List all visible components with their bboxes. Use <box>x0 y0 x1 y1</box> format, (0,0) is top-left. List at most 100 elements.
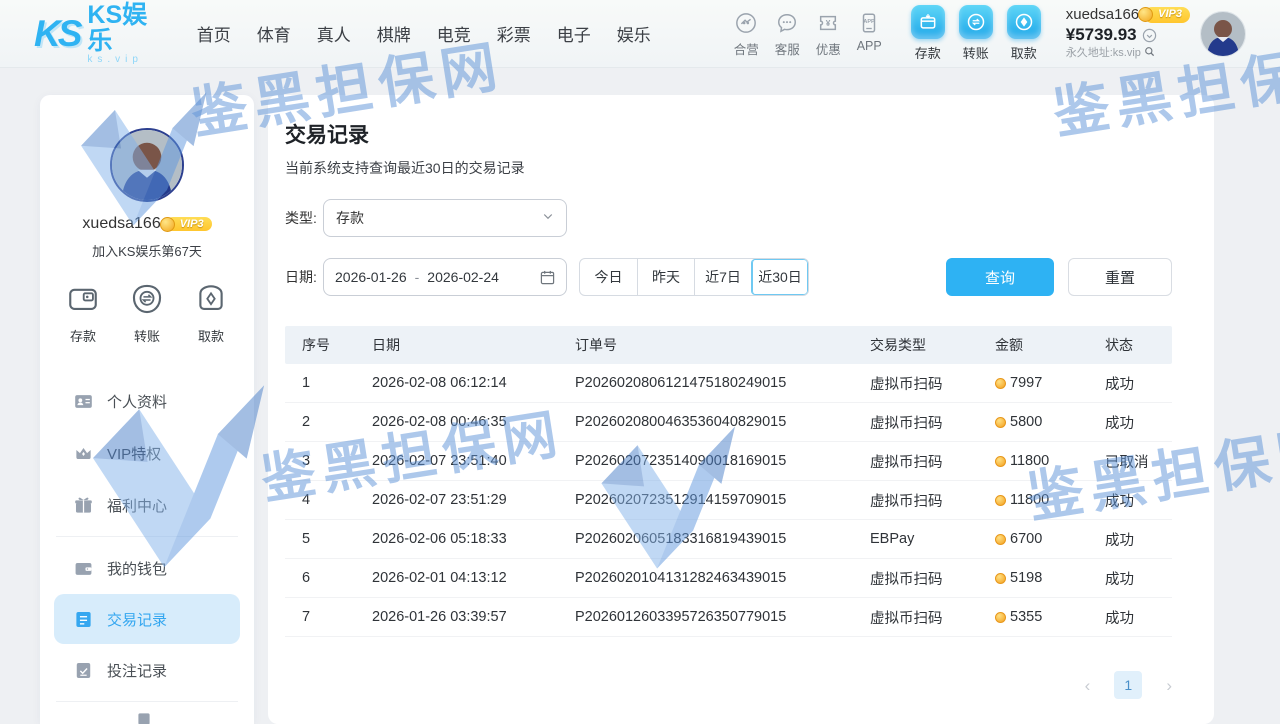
profile-icon <box>74 392 93 411</box>
sidebar-item-2[interactable]: 福利中心 <box>40 479 254 531</box>
sidebar-action-label: 取款 <box>194 326 228 345</box>
amount-value: 5800 <box>1010 414 1042 430</box>
cell-index: 1 <box>302 375 372 391</box>
quick-link-label: 合营 <box>726 39 767 58</box>
welfare-icon <box>74 496 93 515</box>
refresh-balance-icon[interactable] <box>1142 28 1157 43</box>
joined-days-text: 加入KS娱乐第67天 <box>40 241 254 260</box>
prev-page-icon[interactable]: ‹ <box>1085 677 1091 694</box>
amount-value: 6700 <box>1010 531 1042 547</box>
calendar-icon <box>540 270 555 285</box>
quick-link-partner[interactable]: 合营 <box>726 10 767 58</box>
main-nav: 首页体育真人棋牌电竞彩票电子娱乐 <box>184 21 664 46</box>
wallet-action-label: 转账 <box>952 43 1000 62</box>
table-row[interactable]: 62026-02-01 04:13:12P2026020104131282463… <box>285 559 1172 598</box>
brand-logo[interactable]: KS KS娱乐 ks.vip <box>34 2 158 66</box>
quick-link-app[interactable]: APPAPP <box>849 10 890 58</box>
sidebar-action-withdraw[interactable]: 取款 <box>194 282 228 345</box>
vip-coin-icon <box>160 217 175 232</box>
table-row[interactable]: 12026-02-08 06:12:14P2026020806121475180… <box>285 364 1172 403</box>
sidebar-divider <box>56 701 238 702</box>
page-title: 交易记录 <box>285 119 1172 149</box>
page-subtitle: 当前系统支持查询最近30日的交易记录 <box>285 158 1172 178</box>
date-filter-row: 日期: 2026-01-26 - 2026-02-24 今日昨天近7日近30日 … <box>285 258 1172 296</box>
range-button-1[interactable]: 昨天 <box>637 259 694 295</box>
pagination: ‹ 1 › <box>285 671 1172 699</box>
cell-amount: 5355 <box>995 609 1105 625</box>
sidebar-item-4[interactable]: 交易记录 <box>54 594 240 644</box>
sidebar-item-0[interactable]: 个人资料 <box>40 375 254 427</box>
date-range-picker[interactable]: 2026-01-26 - 2026-02-24 <box>323 258 567 296</box>
wallet-action-transfer[interactable]: 转账 <box>952 5 1000 62</box>
vip-crown-icon <box>74 444 93 463</box>
user-avatar[interactable] <box>1200 11 1246 57</box>
cell-index: 6 <box>302 570 372 586</box>
column-header: 订单号 <box>575 335 870 355</box>
coin-icon <box>995 495 1006 506</box>
table-body: 12026-02-08 06:12:14P2026020806121475180… <box>285 364 1172 637</box>
column-header: 日期 <box>372 335 575 355</box>
cell-date: 2026-02-07 23:51:29 <box>372 492 575 508</box>
nav-menu-item-6[interactable]: 电子 <box>544 21 604 46</box>
withdraw-outline-icon <box>194 282 228 321</box>
nav-menu-item-0[interactable]: 首页 <box>184 21 244 46</box>
sidebar-action-deposit[interactable]: 存款 <box>66 282 100 345</box>
table-row[interactable]: 42026-02-07 23:51:29P2026020723512914159… <box>285 481 1172 520</box>
sidebar-item-5[interactable]: 投注记录 <box>40 644 254 696</box>
nav-menu-item-1[interactable]: 体育 <box>244 21 304 46</box>
sidebar-item-3[interactable]: 我的钱包 <box>40 542 254 594</box>
search-button[interactable]: 查询 <box>946 258 1054 296</box>
type-select[interactable]: 存款 <box>323 199 567 237</box>
range-button-0[interactable]: 今日 <box>580 259 637 295</box>
table-row[interactable]: 52026-02-06 05:18:33P2026020605183316819… <box>285 520 1172 559</box>
sidebar-item-label: VIP特权 <box>107 443 161 464</box>
cell-transaction-type: 虚拟币扫码 <box>870 373 995 394</box>
type-filter-row: 类型: 存款 <box>285 199 1172 237</box>
top-navbar: KS KS娱乐 ks.vip 首页体育真人棋牌电竞彩票电子娱乐 合营客服 ¥ 优惠A… <box>0 0 1280 68</box>
cell-status: 成功 <box>1105 607 1172 628</box>
nav-menu-item-7[interactable]: 娱乐 <box>604 21 664 46</box>
range-button-3[interactable]: 近30日 <box>751 259 808 295</box>
next-page-icon[interactable]: › <box>1166 677 1172 694</box>
page-number-1[interactable]: 1 <box>1114 671 1142 699</box>
nav-menu-item-3[interactable]: 棋牌 <box>364 21 424 46</box>
sidebar: xuedsa166 VIP3 加入KS娱乐第67天 存款转账取款 个人资料VIP… <box>40 95 254 724</box>
wallet-action-withdraw[interactable]: 取款 <box>1000 5 1048 62</box>
vip-coin-icon <box>1138 7 1153 22</box>
cell-transaction-type: 虚拟币扫码 <box>870 568 995 589</box>
profile-avatar[interactable] <box>110 128 184 202</box>
cell-order-number: P2026012603395726350779015 <box>575 609 870 625</box>
quick-link-promo[interactable]: ¥ 优惠 <box>808 10 849 58</box>
date-end-value: 2026-02-24 <box>427 269 499 285</box>
username[interactable]: xuedsa166 <box>1066 6 1139 25</box>
wallet-actions: 存款转账取款 <box>904 5 1048 62</box>
profile-username: xuedsa166 <box>82 215 160 233</box>
quick-link-customer-service[interactable]: 客服 <box>767 10 808 58</box>
cell-date: 2026-02-01 04:13:12 <box>372 570 575 586</box>
amount-value: 5355 <box>1010 609 1042 625</box>
svg-text:¥: ¥ <box>826 19 831 28</box>
nav-menu-item-4[interactable]: 电竞 <box>424 21 484 46</box>
table-row[interactable]: 72026-01-26 03:39:57P2026012603395726350… <box>285 598 1172 637</box>
transaction-icon <box>74 610 93 629</box>
table-row[interactable]: 32026-02-07 23:51:40P2026020723514090018… <box>285 442 1172 481</box>
range-button-2[interactable]: 近7日 <box>694 259 751 295</box>
magnifier-icon[interactable] <box>1144 46 1155 62</box>
cell-status: 成功 <box>1105 373 1172 394</box>
app-icon: APP <box>849 10 890 37</box>
sidebar-item-1[interactable]: VIP特权 <box>40 427 254 479</box>
sidebar-action-transfer[interactable]: 转账 <box>130 282 164 345</box>
table-row[interactable]: 22026-02-08 00:46:35P2026020800463536040… <box>285 403 1172 442</box>
transfer-icon <box>959 5 993 39</box>
reset-button[interactable]: 重置 <box>1068 258 1172 296</box>
sidebar-action-label: 转账 <box>130 326 164 345</box>
cell-order-number: P2026020723514090018169015 <box>575 453 870 469</box>
nav-menu-item-5[interactable]: 彩票 <box>484 21 544 46</box>
customer-service-icon <box>767 10 808 37</box>
hidden-menu-icon <box>136 711 152 724</box>
quick-link-label: 优惠 <box>808 39 849 58</box>
date-label: 日期: <box>285 267 323 287</box>
nav-menu-item-2[interactable]: 真人 <box>304 21 364 46</box>
wallet-action-deposit[interactable]: 存款 <box>904 5 952 62</box>
transaction-records-panel: 交易记录 当前系统支持查询最近30日的交易记录 类型: 存款 日期: 2026-… <box>268 95 1214 724</box>
